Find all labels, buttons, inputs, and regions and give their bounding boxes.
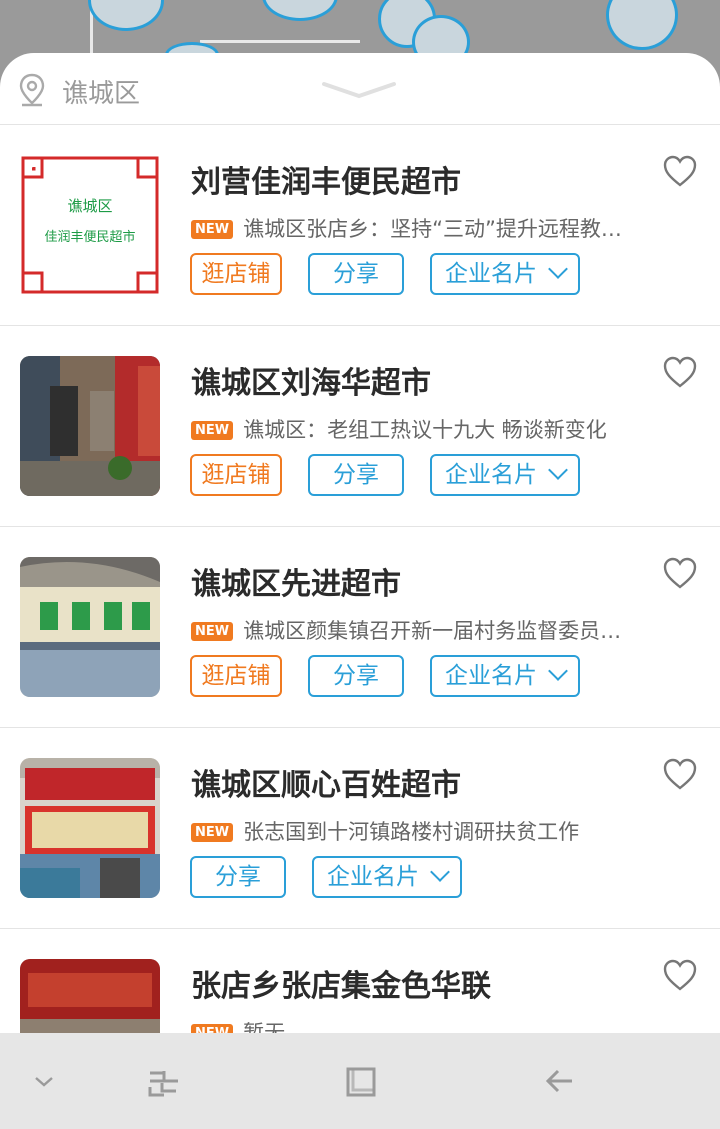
- store-name[interactable]: 张店乡张店集金色华联: [191, 961, 491, 1005]
- thumb-text-1: 谯城区: [67, 197, 112, 215]
- business-card-button[interactable]: 企业名片: [430, 655, 580, 697]
- new-badge: NEW: [191, 220, 234, 239]
- heart-icon[interactable]: [662, 355, 698, 389]
- store-thumbnail[interactable]: 谯城区 佳润丰便民超市: [20, 155, 160, 295]
- location-pin-icon: [19, 73, 45, 107]
- store-news[interactable]: NEW 谯城区张店乡：坚持“三动”提升远程教育实效: [191, 213, 631, 243]
- store-item[interactable]: 谯城区 佳润丰便民超市 刘营佳润丰便民超市 NEW 谯城区张店乡：坚持“三动”提升…: [0, 125, 720, 326]
- visit-store-button[interactable]: 逛店铺: [190, 655, 282, 697]
- store-thumbnail[interactable]: [20, 356, 160, 496]
- store-list: 谯城区 佳润丰便民超市 刘营佳润丰便民超市 NEW 谯城区张店乡：坚持“三动”提升…: [0, 125, 720, 1033]
- news-text: 谯城区：老组工热议十九大 畅谈新变化: [243, 418, 607, 442]
- new-badge: NEW: [191, 1024, 234, 1033]
- visit-store-button[interactable]: 逛店铺: [190, 454, 282, 496]
- chevron-down-icon: [430, 862, 450, 882]
- visit-store-button[interactable]: 逛店铺: [190, 253, 282, 295]
- nav-down-icon[interactable]: [32, 1061, 56, 1101]
- news-text: 谯城区颜集镇召开新一届村务监督委员会会议: [243, 619, 631, 643]
- store-item[interactable]: 谯城区刘海华超市 NEW 谯城区：老组工热议十九大 畅谈新变化 逛店铺 分享 企业…: [0, 326, 720, 527]
- news-text: 暂无: [243, 1021, 286, 1033]
- heart-icon[interactable]: [662, 154, 698, 188]
- share-button[interactable]: 分享: [308, 655, 404, 697]
- store-item[interactable]: 谯城区顺心百姓超市 NEW 张志国到十河镇路楼村调研扶贫工作 分享 企业名片: [0, 728, 720, 929]
- store-item[interactable]: 张店乡张店集金色华联 NEW 暂无: [0, 929, 720, 1033]
- heart-icon[interactable]: [662, 958, 698, 992]
- recent-apps-icon[interactable]: [146, 1061, 182, 1101]
- share-button[interactable]: 分享: [190, 856, 286, 898]
- store-name[interactable]: 谯城区先进超市: [191, 559, 401, 603]
- store-thumbnail[interactable]: [20, 557, 160, 697]
- collapse-chevron-icon[interactable]: [322, 81, 396, 99]
- new-badge: NEW: [191, 421, 234, 440]
- business-card-button[interactable]: 企业名片: [430, 253, 580, 295]
- business-card-button[interactable]: 企业名片: [430, 454, 580, 496]
- store-item[interactable]: 谯城区先进超市 NEW 谯城区颜集镇召开新一届村务监督委员会会议 逛店铺 分享 企…: [0, 527, 720, 728]
- store-name[interactable]: 刘营佳润丰便民超市: [191, 157, 461, 201]
- system-nav-bar: [0, 1033, 720, 1129]
- store-actions: 逛店铺 分享 企业名片: [190, 253, 606, 295]
- heart-icon[interactable]: [662, 556, 698, 590]
- business-card-label: 企业名片: [327, 864, 419, 890]
- chevron-down-icon: [548, 460, 568, 480]
- heart-icon[interactable]: [662, 757, 698, 791]
- store-list-sheet: 谯城区 谯城区 佳润丰便民超市 刘营佳润丰便民超市 NEW 谯城区张店乡：坚持“…: [0, 53, 720, 1033]
- business-card-label: 企业名片: [445, 261, 537, 287]
- store-news[interactable]: NEW 谯城区颜集镇召开新一届村务监督委员会会议: [191, 615, 631, 645]
- business-card-label: 企业名片: [445, 663, 537, 689]
- store-thumbnail[interactable]: [20, 959, 160, 1033]
- chevron-down-icon: [548, 661, 568, 681]
- location-bar: 谯城区: [0, 53, 720, 125]
- store-name[interactable]: 谯城区顺心百姓超市: [191, 760, 461, 804]
- thumb-text-2: 佳润丰便民超市: [44, 229, 135, 245]
- business-card-label: 企业名片: [445, 462, 537, 488]
- share-button[interactable]: 分享: [308, 454, 404, 496]
- news-text: 谯城区张店乡：坚持“三动”提升远程教育实效: [243, 217, 631, 241]
- share-button[interactable]: 分享: [308, 253, 404, 295]
- new-badge: NEW: [191, 622, 234, 641]
- location-district: 谯城区: [62, 79, 141, 109]
- new-badge: NEW: [191, 823, 234, 842]
- store-news[interactable]: NEW 谯城区：老组工热议十九大 畅谈新变化: [191, 414, 631, 444]
- store-actions: 逛店铺 分享 企业名片: [190, 655, 606, 697]
- business-card-button[interactable]: 企业名片: [312, 856, 462, 898]
- store-news[interactable]: NEW 张志国到十河镇路楼村调研扶贫工作: [191, 816, 631, 846]
- store-actions: 分享 企业名片: [190, 856, 488, 898]
- news-text: 张志国到十河镇路楼村调研扶贫工作: [243, 820, 580, 844]
- store-name[interactable]: 谯城区刘海华超市: [191, 358, 431, 402]
- back-arrow-icon[interactable]: [544, 1061, 576, 1101]
- home-square-icon[interactable]: [344, 1061, 378, 1101]
- chevron-down-icon: [548, 259, 568, 279]
- store-thumbnail[interactable]: [20, 758, 160, 898]
- store-news[interactable]: NEW 暂无: [191, 1017, 631, 1033]
- store-actions: 逛店铺 分享 企业名片: [190, 454, 606, 496]
